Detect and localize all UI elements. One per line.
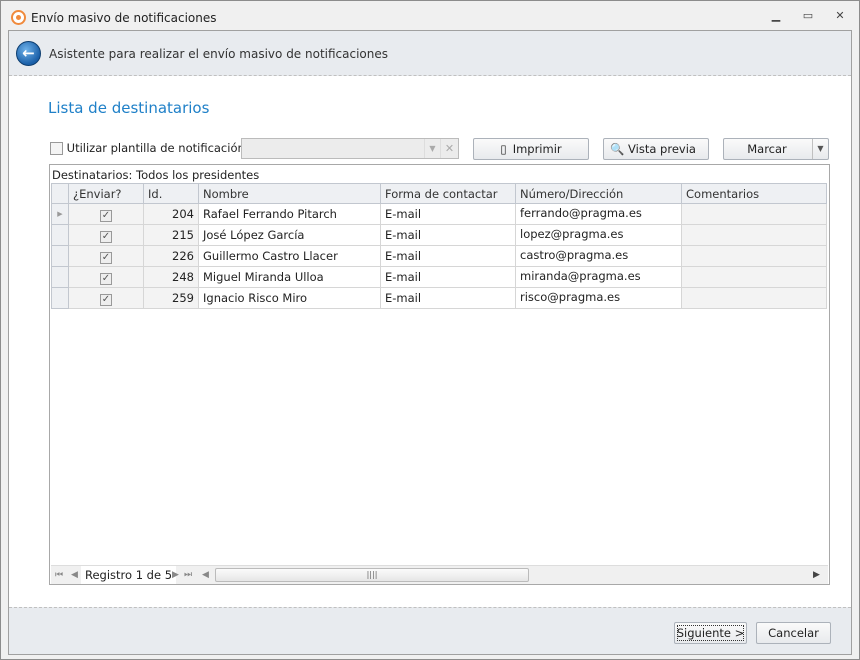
close-button[interactable]: ✕ xyxy=(830,9,850,27)
comments-cell xyxy=(681,245,827,267)
row-indicator[interactable] xyxy=(51,224,69,246)
table-row[interactable]: ✓ 226 Guillermo Castro Llacer E-mail cas… xyxy=(51,245,827,267)
address-cell: ferrando@pragma.es xyxy=(515,203,682,225)
section-title: Lista de destinatarios xyxy=(48,99,210,117)
contact-cell: E-mail xyxy=(380,245,516,267)
recipients-table: ¿Enviar? Id. Nombre Forma de contactar N… xyxy=(51,183,827,309)
send-checkbox-cell[interactable]: ✓ xyxy=(68,245,144,267)
row-indicator-header xyxy=(51,183,69,204)
print-icon: ▯ xyxy=(500,142,507,156)
send-checkbox[interactable]: ✓ xyxy=(100,293,112,306)
contact-cell: E-mail xyxy=(380,287,516,309)
send-checkbox-cell[interactable]: ✓ xyxy=(68,287,144,309)
wizard-title: Asistente para realizar el envío masivo … xyxy=(49,47,389,61)
column-header[interactable]: Comentarios xyxy=(681,183,827,204)
table-row[interactable]: ✓ 248 Miguel Miranda Ulloa E-mail mirand… xyxy=(51,266,827,288)
row-indicator[interactable] xyxy=(51,245,69,267)
use-template-checkbox[interactable]: Utilizar plantilla de notificación: xyxy=(50,141,249,155)
wizard-footer: Siguiente > Cancelar xyxy=(9,607,851,654)
column-header[interactable]: Nombre xyxy=(198,183,381,204)
send-checkbox-cell[interactable]: ✓ xyxy=(68,224,144,246)
column-header[interactable]: Id. xyxy=(143,183,199,204)
column-header[interactable]: Forma de contactar xyxy=(380,183,516,204)
chevron-down-icon[interactable]: ▼ xyxy=(424,139,440,158)
row-indicator[interactable] xyxy=(51,266,69,288)
recipients-grid: Destinatarios: Todos los presidentes ¿En… xyxy=(49,164,830,585)
use-template-label: Utilizar plantilla de notificación: xyxy=(66,141,249,155)
template-combo[interactable]: ▼ ✕ xyxy=(241,138,459,159)
mark-label: Marcar xyxy=(747,142,787,156)
back-arrow-icon[interactable]: ← xyxy=(16,41,41,66)
prev-record-icon[interactable]: ◀ xyxy=(71,570,78,580)
name-cell: Ignacio Risco Miro xyxy=(198,287,381,309)
record-counter: Registro 1 de 5 xyxy=(81,566,177,584)
window-title: Envío masivo de notificaciones xyxy=(31,11,217,25)
window: Envío masivo de notificaciones ▁ ▭ ✕ ← A… xyxy=(0,0,860,660)
checkbox-icon[interactable] xyxy=(50,142,63,155)
grid-caption: Destinatarios: Todos los presidentes xyxy=(52,168,260,182)
comments-cell xyxy=(681,287,827,309)
comments-cell xyxy=(681,266,827,288)
print-labels-button[interactable]: ▯Imprimir etiquetas xyxy=(473,138,589,176)
id-cell: 259 xyxy=(143,287,199,309)
send-checkbox[interactable]: ✓ xyxy=(100,251,112,264)
scroll-left-icon[interactable]: ◀ xyxy=(202,570,209,580)
name-cell: José López García xyxy=(198,224,381,246)
id-cell: 248 xyxy=(143,266,199,288)
preview-button[interactable]: 🔍 Vista previa xyxy=(603,138,709,160)
id-cell: 204 xyxy=(143,203,199,225)
minimize-button[interactable]: ▁ xyxy=(766,9,786,27)
mark-split-button[interactable]: Marcar ▼ xyxy=(723,138,829,160)
horizontal-scrollbar-thumb[interactable]: |||| xyxy=(215,568,529,582)
clear-icon[interactable]: ✕ xyxy=(440,139,458,158)
preview-icon: 🔍 xyxy=(610,142,625,156)
contact-cell: E-mail xyxy=(380,266,516,288)
column-header[interactable]: ¿Enviar? xyxy=(68,183,144,204)
id-cell: 215 xyxy=(143,224,199,246)
address-cell: castro@pragma.es xyxy=(515,245,682,267)
name-cell: Rafael Ferrando Pitarch xyxy=(198,203,381,225)
scroll-right-icon[interactable]: ▶ xyxy=(813,570,820,580)
contact-cell: E-mail xyxy=(380,203,516,225)
address-cell: risco@pragma.es xyxy=(515,287,682,309)
column-header[interactable]: Número/Dirección xyxy=(515,183,682,204)
name-cell: Miguel Miranda Ulloa xyxy=(198,266,381,288)
send-checkbox-cell[interactable]: ✓ xyxy=(68,203,144,225)
restore-button[interactable]: ▭ xyxy=(798,9,818,27)
last-record-icon[interactable]: ⏭ xyxy=(184,570,192,580)
send-checkbox[interactable]: ✓ xyxy=(100,230,112,243)
table-row[interactable]: ✓ 259 Ignacio Risco Miro E-mail risco@pr… xyxy=(51,287,827,309)
wizard-header: ← Asistente para realizar el envío masiv… xyxy=(9,31,851,76)
row-indicator[interactable]: ▶ xyxy=(51,203,69,225)
first-record-icon[interactable]: ⏮ xyxy=(55,570,63,580)
comments-cell xyxy=(681,224,827,246)
preview-label: Vista previa xyxy=(628,142,696,156)
contact-cell: E-mail xyxy=(380,224,516,246)
table-row[interactable]: ✓ 215 José López García E-mail lopez@pra… xyxy=(51,224,827,246)
chevron-down-icon[interactable]: ▼ xyxy=(812,139,828,159)
name-cell: Guillermo Castro Llacer xyxy=(198,245,381,267)
address-cell: miranda@pragma.es xyxy=(515,266,682,288)
id-cell: 226 xyxy=(143,245,199,267)
send-checkbox[interactable]: ✓ xyxy=(100,272,112,285)
grid-navigator: ⏮ ◀ Registro 1 de 5 ▶ ⏭ ◀ |||| ▶ xyxy=(51,565,828,584)
table-row[interactable]: ▶ ✓ 204 Rafael Ferrando Pitarch E-mail f… xyxy=(51,203,827,225)
row-indicator[interactable] xyxy=(51,287,69,309)
send-checkbox-cell[interactable]: ✓ xyxy=(68,266,144,288)
app-broadcast-icon xyxy=(11,10,26,25)
comments-cell xyxy=(681,203,827,225)
next-button[interactable]: Siguiente > xyxy=(674,622,747,644)
cancel-button[interactable]: Cancelar xyxy=(756,622,831,644)
address-cell: lopez@pragma.es xyxy=(515,224,682,246)
wizard-panel: ← Asistente para realizar el envío masiv… xyxy=(8,30,852,655)
next-record-icon[interactable]: ▶ xyxy=(172,570,179,580)
send-checkbox[interactable]: ✓ xyxy=(100,209,112,222)
